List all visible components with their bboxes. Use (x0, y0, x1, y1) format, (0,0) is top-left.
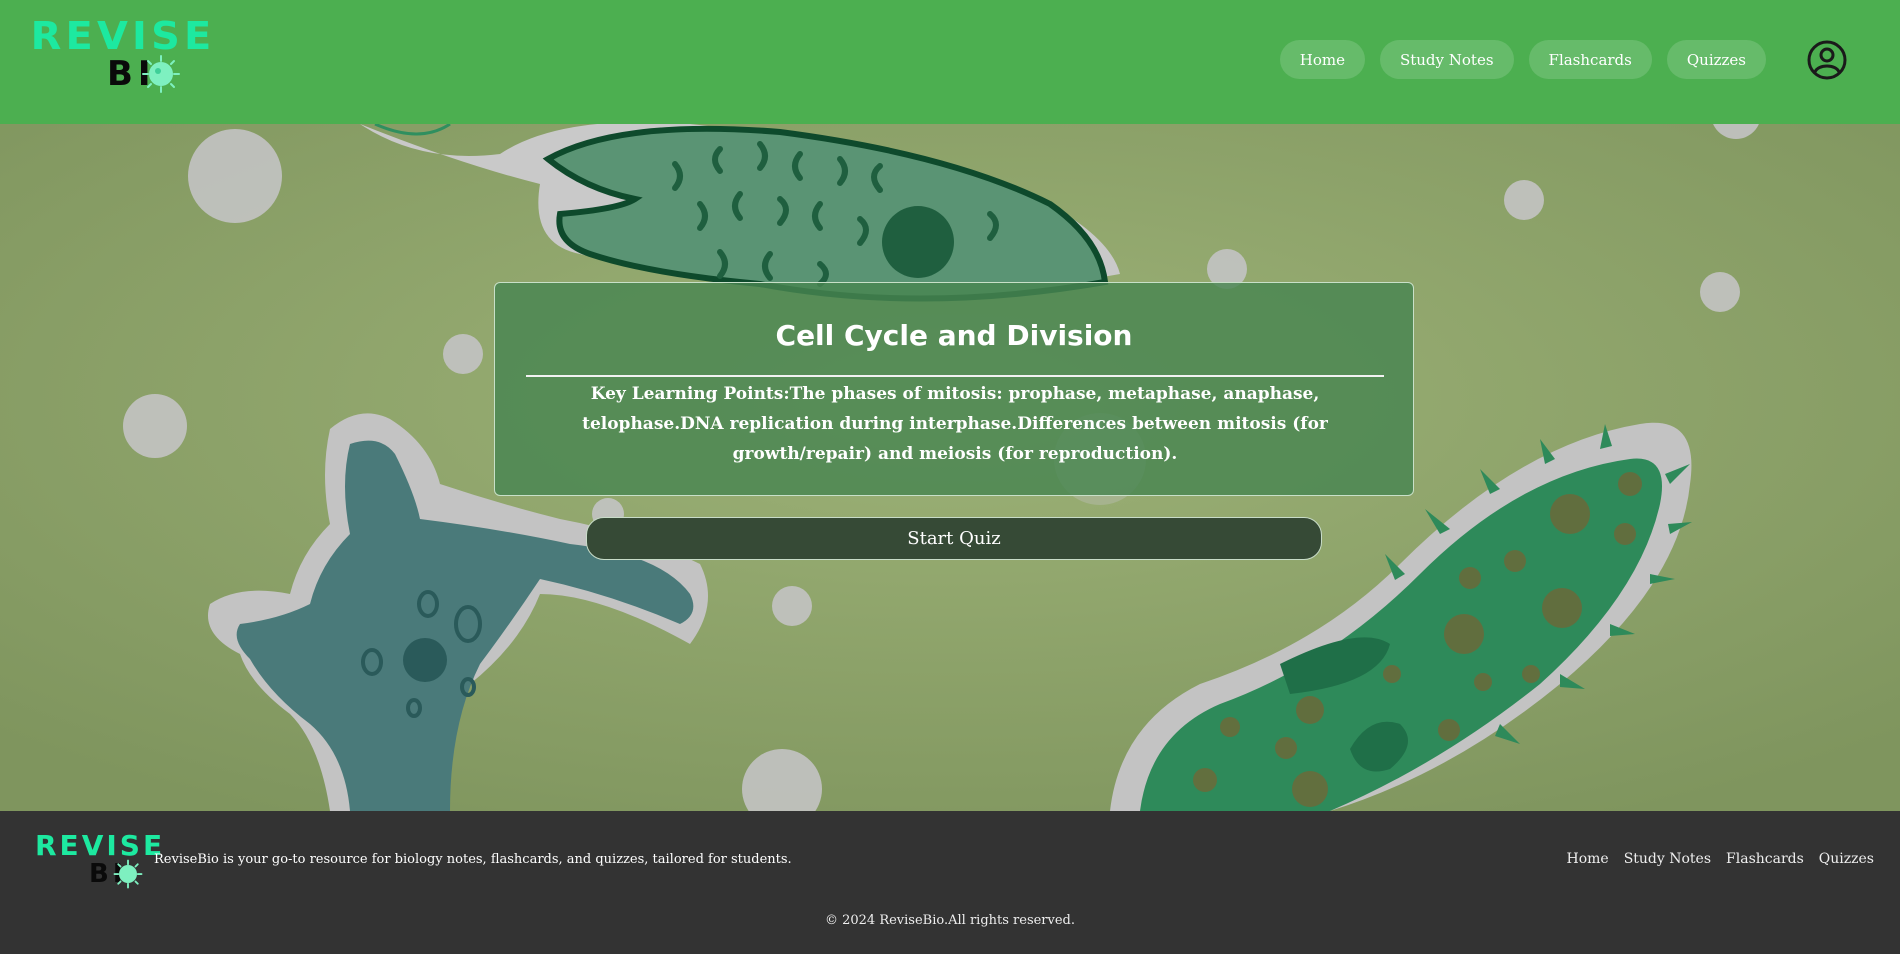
site-footer: REVISE BI ReviseBio is your go-to resour… (0, 811, 1900, 954)
footer-logo[interactable]: REVISE BI (35, 831, 162, 890)
footer-link-home[interactable]: Home (1566, 851, 1608, 867)
title-divider (526, 375, 1384, 377)
main-content: Cell Cycle and Division Key Learning Poi… (0, 124, 1900, 811)
footer-link-quizzes[interactable]: Quizzes (1819, 851, 1874, 867)
key-learning-points: Key Learning Points:The phases of mitosi… (582, 384, 1328, 464)
footer-link-flashcards[interactable]: Flashcards (1726, 851, 1804, 867)
start-quiz-button[interactable]: Start Quiz (586, 517, 1322, 560)
footer-logo-wordmark-top: REVISE (35, 829, 166, 862)
topic-title: Cell Cycle and Division (775, 319, 1133, 352)
user-circle-icon[interactable] (1806, 39, 1848, 81)
footer-cell-logo-icon (113, 859, 143, 889)
cell-logo-icon (142, 55, 180, 93)
footer-nav: Home Study Notes Flashcards Quizzes (1566, 851, 1874, 867)
revisebio-logo[interactable]: REVISE BI (31, 16, 212, 94)
copyright-text: © 2024 ReviseBio.All rights reserved. (824, 913, 1076, 928)
logo-wordmark-top: REVISE (30, 14, 216, 58)
nav-study-notes-button[interactable]: Study Notes (1379, 40, 1514, 79)
footer-description: ReviseBio is your go-to resource for bio… (154, 852, 792, 867)
site-header: REVISE BI Home Study Notes Flashcards Qu… (0, 0, 1900, 124)
footer-link-study-notes[interactable]: Study Notes (1624, 851, 1711, 867)
nav-quizzes-button[interactable]: Quizzes (1666, 40, 1766, 79)
main-nav: Home Study Notes Flashcards Quizzes (1279, 40, 1766, 79)
nav-flashcards-button[interactable]: Flashcards (1528, 40, 1652, 79)
topic-card: Cell Cycle and Division Key Learning Poi… (494, 282, 1414, 496)
nav-home-button[interactable]: Home (1279, 40, 1365, 79)
